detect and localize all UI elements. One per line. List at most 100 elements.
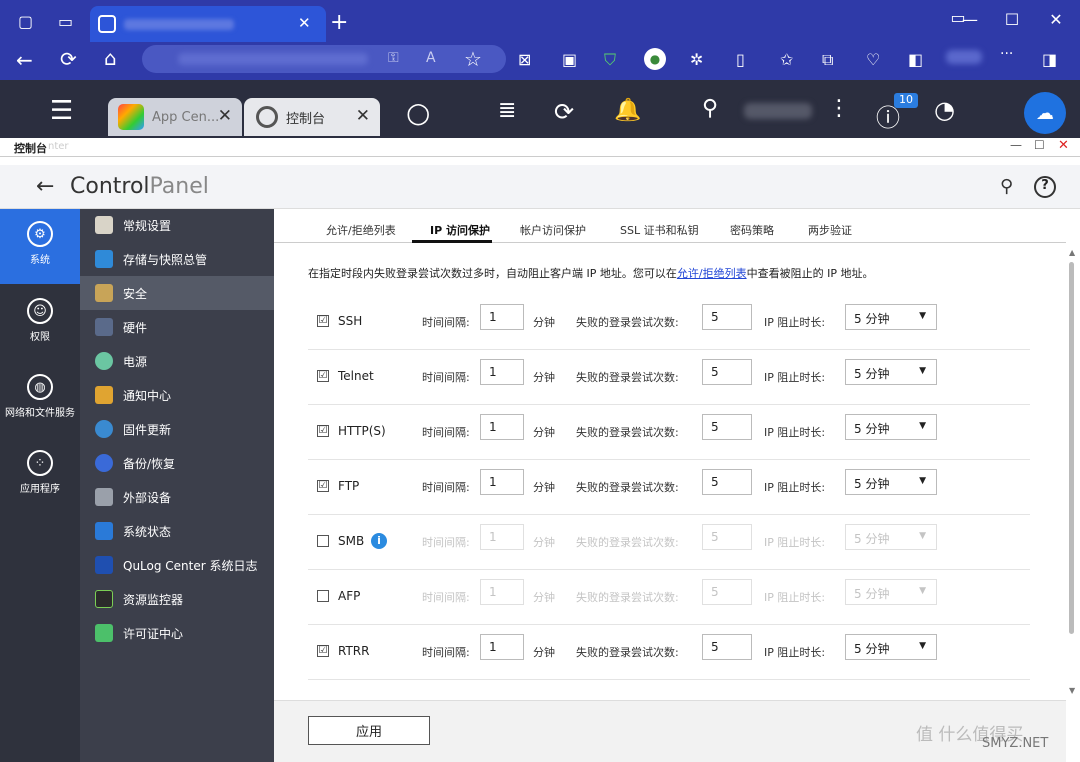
back-icon[interactable]: ← [16,48,33,72]
read-aloud-icon[interactable]: A [426,50,436,66]
category-applications[interactable]: ⁘ 应用程序 [0,438,80,510]
tab-allow-deny[interactable]: 允许/拒绝列表 [326,222,396,238]
heart-icon[interactable]: ♡ [866,50,880,69]
cloud-icon[interactable]: ☁ [1024,92,1066,134]
sidebar-item-firmware[interactable]: 固件更新 [80,412,274,446]
allow-deny-link[interactable]: 允许/拒绝列表 [677,267,747,280]
service-checkbox[interactable]: ☑ [317,315,329,327]
tab-password-policy[interactable]: 密码策略 [730,222,774,238]
apply-button[interactable]: 应用 [308,716,430,745]
sidebar-item-license[interactable]: 许可证中心 [80,616,274,650]
window-maximize-button[interactable]: ☐ [1034,138,1045,152]
attempts-input[interactable]: 5 [702,359,752,385]
interval-input[interactable]: 1 [480,579,524,605]
background-tasks-icon[interactable]: ≣ [498,98,516,123]
favorite-star-icon[interactable]: ☆ [464,47,482,71]
tab-actions-icon[interactable]: ▭ [58,12,73,31]
sidebar-item-hardware[interactable]: 硬件 [80,310,274,344]
more-vertical-icon[interactable]: ⋮ [828,96,850,121]
help-icon[interactable]: ? [1034,176,1056,198]
search-icon[interactable]: ⚲ [1000,176,1013,197]
scroll-thumb[interactable] [1069,262,1074,634]
sidebar-item-resource[interactable]: 资源监控器 [80,582,274,616]
sidebar-item-qulog[interactable]: QuLog Center 系统日志 [80,548,274,582]
service-checkbox[interactable] [317,535,329,547]
shield-extension-icon[interactable]: ⛉ [604,50,616,70]
window-minimize-button[interactable]: — [1010,138,1022,152]
dashboard-gauge-icon[interactable]: ◔ [934,96,955,124]
interval-input[interactable]: 1 [480,304,524,330]
user-icon[interactable]: ⚲ [702,96,718,121]
sync-icon[interactable]: ⟳ [554,98,574,126]
scroll-down-icon[interactable]: ▼ [1069,686,1075,695]
sidebar-item-security[interactable]: 安全 [80,276,274,310]
attempts-input[interactable]: 5 [702,524,752,550]
close-window-button[interactable]: ✕ [1044,10,1068,29]
block-duration-select[interactable]: 5 分钟 ▼ [845,634,937,660]
block-duration-select[interactable]: 5 分钟 ▼ [845,469,937,495]
info-icon[interactable]: i [371,533,387,549]
sidebar-item-backup[interactable]: 备份/恢复 [80,446,274,480]
sidebar-item-notification[interactable]: 通知中心 [80,378,274,412]
attempts-input[interactable]: 5 [702,304,752,330]
notification-bell-icon[interactable]: 🔔 [614,98,641,123]
search-icon[interactable]: ○ [406,96,430,129]
block-duration-select[interactable]: 5 分钟 ▼ [845,524,937,550]
window-close-button[interactable]: ✕ [1058,138,1069,153]
scroll-up-icon[interactable]: ▲ [1069,248,1075,257]
puzzle-icon[interactable]: ✲ [690,50,703,69]
tab-ip-protection[interactable]: IP 访问保护 [430,222,490,238]
extension-icon[interactable]: ⊠ [518,50,531,69]
tab-ssl[interactable]: SSL 证书和私钥 [620,222,699,238]
service-checkbox[interactable]: ☑ [317,645,329,657]
scrollbar[interactable]: ▲ ▼ [1066,248,1078,698]
interval-input[interactable]: 1 [480,524,524,550]
attempts-input[interactable]: 5 [702,469,752,495]
browser-tab-active[interactable]: ✕ [90,6,326,42]
attempts-input[interactable]: 5 [702,634,752,660]
new-tab-button[interactable]: + [330,10,348,35]
favorites-icon[interactable]: ✩ [780,50,793,69]
home-icon[interactable]: ⌂ [104,46,117,70]
back-arrow-icon[interactable]: ← [36,174,54,199]
attempts-input[interactable]: 5 [702,414,752,440]
key-icon[interactable]: ⚿ [388,50,399,66]
more-menu-icon[interactable]: ··· [1000,46,1013,62]
maximize-button[interactable]: ☐ [1000,10,1024,29]
interval-input[interactable]: 1 [480,414,524,440]
tab-account-protection[interactable]: 帐户访问保护 [520,222,586,238]
attempts-input[interactable]: 5 [702,579,752,605]
interval-input[interactable]: 1 [480,359,524,385]
extension-qr-icon[interactable]: ▣ [562,50,577,69]
block-duration-select[interactable]: 5 分钟 ▼ [845,359,937,385]
sidebar-item-storage[interactable]: 存储与快照总管 [80,242,274,276]
category-network[interactable]: ◍ 网络和文件服务 [0,362,80,434]
qts-tab-controlpanel[interactable]: 控制台 ✕ [244,98,380,136]
sidebar-item-external[interactable]: 外部设备 [80,480,274,514]
reload-icon[interactable]: ⟳ [60,47,77,71]
service-checkbox[interactable]: ☑ [317,370,329,382]
qts-tab-appcenter[interactable]: App Cen... ✕ [108,98,242,136]
sidebar-item-general[interactable]: 常规设置 [80,208,274,242]
sidebar-item-status[interactable]: 系统状态 [80,514,274,548]
category-system[interactable]: ⚙ 系统 [0,209,80,284]
close-tab-icon[interactable]: ✕ [298,14,311,32]
service-checkbox[interactable] [317,590,329,602]
service-checkbox[interactable]: ☑ [317,425,329,437]
block-duration-select[interactable]: 5 分钟 ▼ [845,414,937,440]
close-tab-icon[interactable]: ✕ [218,106,232,126]
category-privilege[interactable]: ☺ 权限 [0,286,80,358]
interval-input[interactable]: 1 [480,634,524,660]
close-tab-icon[interactable]: ✕ [356,106,370,126]
block-duration-select[interactable]: 5 分钟 ▼ [845,304,937,330]
block-duration-select[interactable]: 5 分钟 ▼ [845,579,937,605]
service-checkbox[interactable]: ☑ [317,480,329,492]
interval-input[interactable]: 1 [480,469,524,495]
collections-icon[interactable]: ⧉ [822,50,833,70]
profile-icon[interactable]: ◧ [908,50,923,69]
sidebar-toggle-icon[interactable]: ◨ [1042,50,1057,69]
workspaces-icon[interactable]: ▢ [18,12,33,31]
tab-two-step[interactable]: 两步验证 [808,222,852,238]
extension-avatar-icon[interactable]: ● [644,48,666,70]
hamburger-menu-icon[interactable]: ☰ [50,96,73,126]
